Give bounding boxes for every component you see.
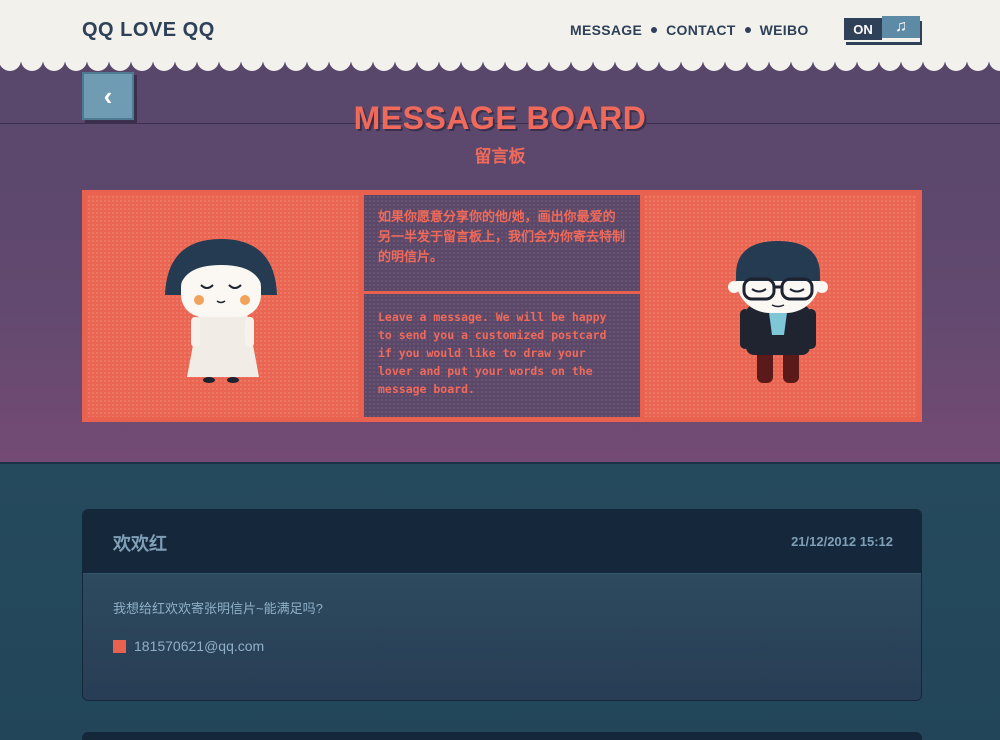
intro-text-chinese: 如果你愿意分享你的他/她，画出你最爱的另一半发于留言板上，我们会为你寄去特制的明… <box>364 195 640 291</box>
main-nav: MESSAGE CONTACT WEIBO <box>570 22 809 38</box>
nav-contact[interactable]: CONTACT <box>666 22 736 38</box>
music-note-icon[interactable]: ♫ <box>882 16 920 38</box>
nav-weibo[interactable]: WEIBO <box>760 22 809 38</box>
music-toggle[interactable]: ON ♫ <box>844 16 920 42</box>
message-email[interactable]: 181570621@qq.com <box>134 638 264 654</box>
intro-text-english: Leave a message. We will be happy to sen… <box>364 294 640 417</box>
message-board-banner: 如果你愿意分享你的他/她，画出你最爱的另一半发于留言板上，我们会为你寄去特制的明… <box>82 190 922 422</box>
site-header: QQ LOVE QQ MESSAGE CONTACT WEIBO ON ♫ <box>0 0 1000 62</box>
music-toggle-label: ON <box>844 18 882 40</box>
message-date: 21/12/2012 15:12 <box>791 534 893 549</box>
nav-separator <box>744 27 751 33</box>
messages-section: 欢欢红 21/12/2012 15:12 我想给红欢欢寄张明信片~能满足吗? 1… <box>0 462 1000 740</box>
page-subtitle: 留言板 <box>474 147 526 166</box>
hero-section: ‹ MESSAGE BOARD 留言板 如果你愿意分享你的他/她，画出你最爱的另… <box>0 62 1000 462</box>
brand-logo[interactable]: QQ LOVE QQ <box>82 19 215 42</box>
message-card-next <box>82 732 922 740</box>
boy-character-icon <box>728 241 828 383</box>
message-author: 欢欢红 <box>113 534 167 554</box>
boy-illustration-panel <box>644 195 917 417</box>
message-card-body: 我想给红欢欢寄张明信片~能满足吗? 181570621@qq.com <box>83 574 921 700</box>
message-card-header: 欢欢红 21/12/2012 15:12 <box>83 510 921 574</box>
nav-message[interactable]: MESSAGE <box>570 22 642 38</box>
email-icon <box>113 640 126 653</box>
girl-character-icon <box>165 239 277 383</box>
girl-illustration-panel <box>87 195 359 417</box>
message-text: 我想给红欢欢寄张明信片~能满足吗? <box>113 601 323 616</box>
message-card: 欢欢红 21/12/2012 15:12 我想给红欢欢寄张明信片~能满足吗? 1… <box>82 509 922 701</box>
page-title: MESSAGE BOARD <box>353 100 647 136</box>
nav-separator <box>651 27 658 33</box>
